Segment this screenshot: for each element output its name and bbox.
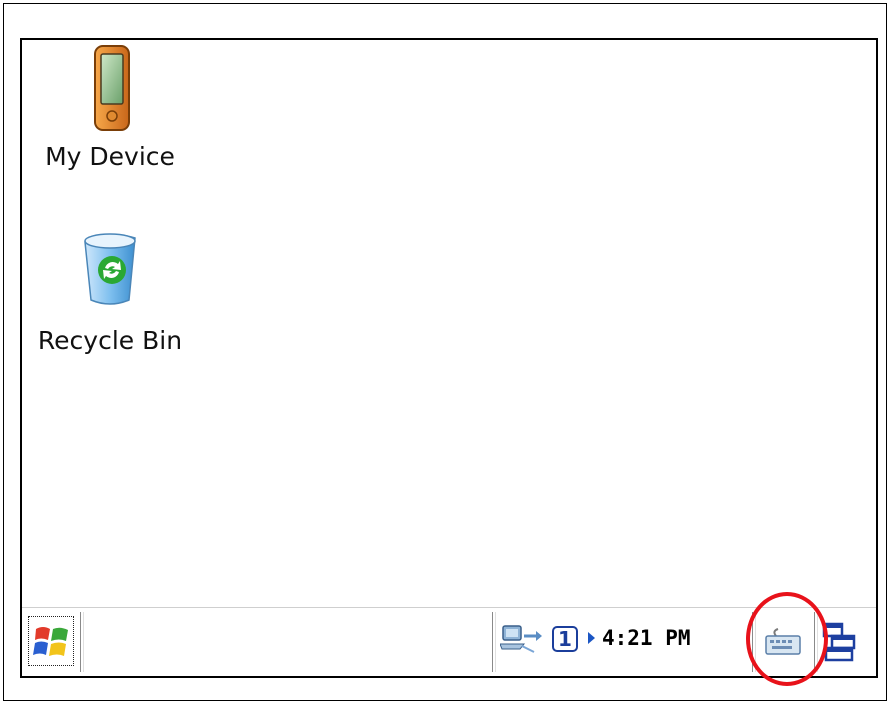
recycle-bin-icon	[77, 224, 143, 314]
network-connection-icon[interactable]	[499, 622, 544, 662]
taskbar-clock[interactable]: 4:21 PM	[602, 626, 691, 650]
desktop-icon-label: My Device	[45, 142, 175, 171]
input-indicator[interactable]: 1	[552, 626, 578, 652]
highlight-circle	[746, 592, 828, 686]
tray-divider	[492, 612, 496, 672]
pocket-pc-device-icon	[92, 44, 132, 138]
windows-flag-icon	[33, 627, 68, 656]
start-button[interactable]	[28, 616, 74, 666]
desktop-icon-label: Recycle Bin	[37, 326, 183, 355]
device-screen: My Device Recycle Bin 1 4:21 PM	[20, 38, 878, 678]
expand-arrow-icon[interactable]	[588, 632, 595, 644]
taskbar-divider	[80, 612, 84, 672]
